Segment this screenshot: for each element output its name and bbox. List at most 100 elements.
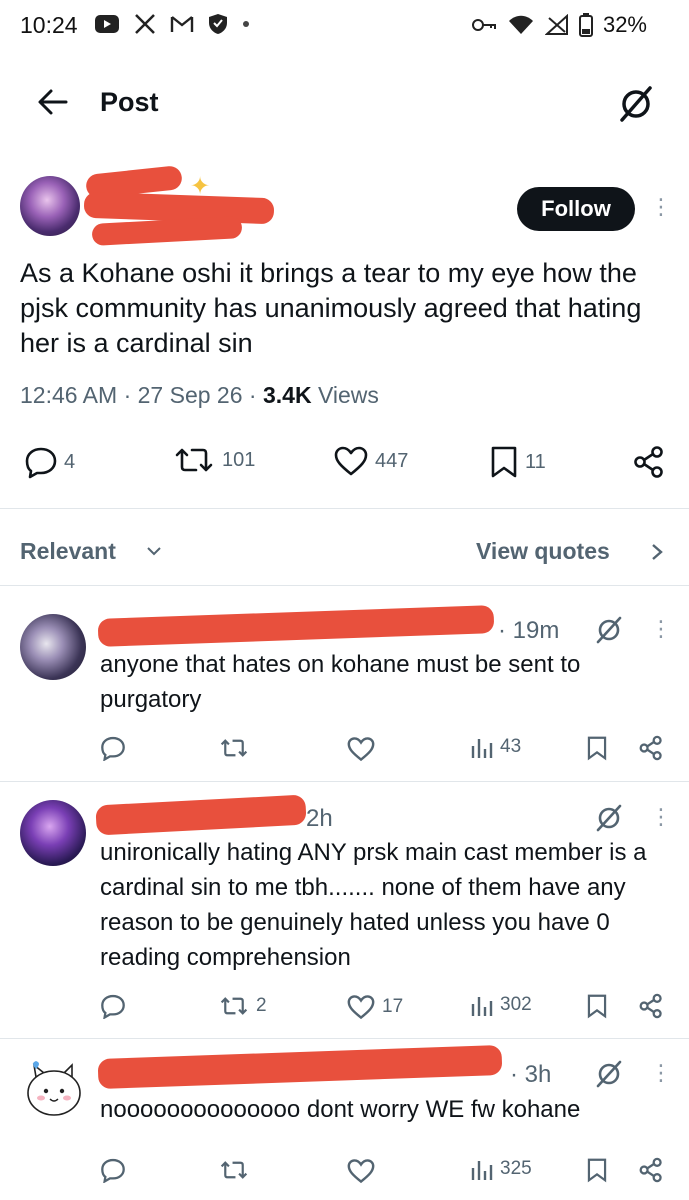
heart-icon [346, 736, 376, 762]
reply-avatar[interactable] [20, 614, 86, 680]
grok-icon[interactable] [594, 803, 624, 833]
status-right: 32% [471, 12, 647, 38]
page-title: Post [100, 87, 159, 117]
heart-icon [346, 1158, 376, 1184]
bookmark-button[interactable] [586, 1157, 608, 1183]
meta-separator: · [123, 382, 132, 408]
repost-button[interactable]: 101 [172, 445, 255, 475]
repost-icon [218, 995, 250, 1017]
author-avatar[interactable] [20, 176, 80, 236]
views-button[interactable]: 302 [470, 993, 532, 1017]
grok-icon[interactable] [594, 1059, 624, 1089]
views-button[interactable]: 43 [470, 735, 521, 759]
share-button[interactable] [632, 445, 666, 479]
like-button[interactable]: 17 [346, 994, 403, 1020]
follow-button[interactable]: Follow [517, 187, 635, 231]
repost-button[interactable] [218, 1159, 256, 1181]
x-logo-icon [134, 13, 156, 35]
bookmark-icon [586, 1157, 608, 1183]
share-button[interactable] [638, 1157, 664, 1183]
reply-button[interactable] [100, 735, 126, 761]
reply-icon [24, 445, 58, 479]
post-text: As a Kohane oshi it brings a tear to my … [20, 258, 642, 358]
wifi-icon [507, 14, 535, 36]
reply-avatar[interactable] [20, 800, 86, 866]
redacted-reply-author [97, 1044, 503, 1090]
share-icon [638, 993, 664, 1019]
views-button[interactable]: 325 [470, 1157, 532, 1181]
youtube-icon [94, 14, 120, 34]
reply-button[interactable] [100, 1157, 126, 1183]
meta-separator: · [248, 382, 257, 408]
reply-button[interactable]: 4 [24, 445, 75, 479]
more-options-icon[interactable]: ⋮ [650, 196, 672, 218]
more-options-icon[interactable]: ⋮ [650, 806, 672, 828]
views-icon [470, 993, 494, 1017]
views-count: 3.4K [262, 382, 312, 408]
divider [0, 585, 689, 586]
reply-time: · 3h [510, 1061, 552, 1088]
reply-icon [100, 1157, 126, 1183]
reply-avatar[interactable] [22, 1055, 88, 1121]
share-icon [638, 1157, 664, 1183]
like-count: 17 [382, 996, 404, 1017]
reply-time: 2h [306, 805, 333, 832]
redacted-reply-author [97, 605, 495, 647]
back-arrow-icon[interactable] [36, 85, 70, 119]
grok-icon[interactable] [594, 615, 624, 645]
sort-dropdown[interactable]: Relevant [20, 538, 116, 565]
repost-button[interactable]: 2 [218, 995, 267, 1017]
reply-time: · 19m [498, 617, 560, 644]
divider [0, 1038, 689, 1039]
share-button[interactable] [638, 993, 664, 1019]
like-button[interactable] [346, 736, 382, 762]
heart-icon [333, 445, 369, 477]
views-count: 43 [500, 736, 522, 757]
bookmark-icon [586, 735, 608, 761]
views-icon [470, 735, 494, 759]
divider [0, 781, 689, 782]
redacted-reply-author [95, 794, 307, 836]
chevron-right-icon[interactable] [650, 543, 664, 561]
post-time: 12:46 AM [20, 382, 118, 408]
redacted-author-handle [91, 216, 243, 246]
views-count: 302 [500, 994, 532, 1015]
reply-count: 4 [64, 450, 76, 473]
view-quotes-link[interactable]: View quotes [476, 538, 610, 565]
post-date: 27 Sep 26 [137, 382, 243, 408]
share-button[interactable] [638, 735, 664, 761]
repost-count: 101 [222, 448, 256, 471]
share-icon [638, 735, 664, 761]
chevron-down-icon[interactable] [146, 545, 162, 557]
like-button[interactable]: 447 [333, 445, 408, 477]
bookmark-count: 11 [525, 450, 546, 473]
like-button[interactable] [346, 1158, 382, 1184]
battery-percent: 32% [602, 12, 647, 37]
bookmark-button[interactable]: 11 [489, 445, 546, 479]
status-left-icons [94, 13, 250, 35]
more-options-icon[interactable]: ⋮ [650, 1062, 672, 1084]
reply-text: unironically hating ANY prsk main cast m… [100, 839, 647, 971]
sparkle-icon: ✦ [190, 173, 211, 200]
signal-icon [544, 14, 569, 36]
bookmark-button[interactable] [586, 993, 608, 1019]
share-icon [632, 445, 666, 479]
key-icon [471, 16, 497, 34]
divider [0, 508, 689, 509]
grok-icon[interactable] [616, 84, 656, 124]
repost-icon [218, 737, 250, 759]
heart-icon [346, 994, 376, 1020]
reply-text: noooooooooooooo dont worry WE fw kohane [100, 1096, 581, 1123]
bookmark-button[interactable] [586, 735, 608, 761]
reply-button[interactable] [100, 993, 126, 1019]
shield-icon [208, 13, 228, 35]
bookmark-icon [489, 445, 519, 479]
repost-icon [218, 1159, 250, 1181]
status-time: 10:24 [20, 12, 78, 38]
repost-button[interactable] [218, 737, 256, 759]
reply-text: anyone that hates on kohane must be sent… [100, 651, 581, 713]
dot-icon [242, 20, 250, 28]
like-count: 447 [375, 449, 409, 472]
reply-icon [100, 993, 126, 1019]
more-options-icon[interactable]: ⋮ [650, 618, 672, 640]
